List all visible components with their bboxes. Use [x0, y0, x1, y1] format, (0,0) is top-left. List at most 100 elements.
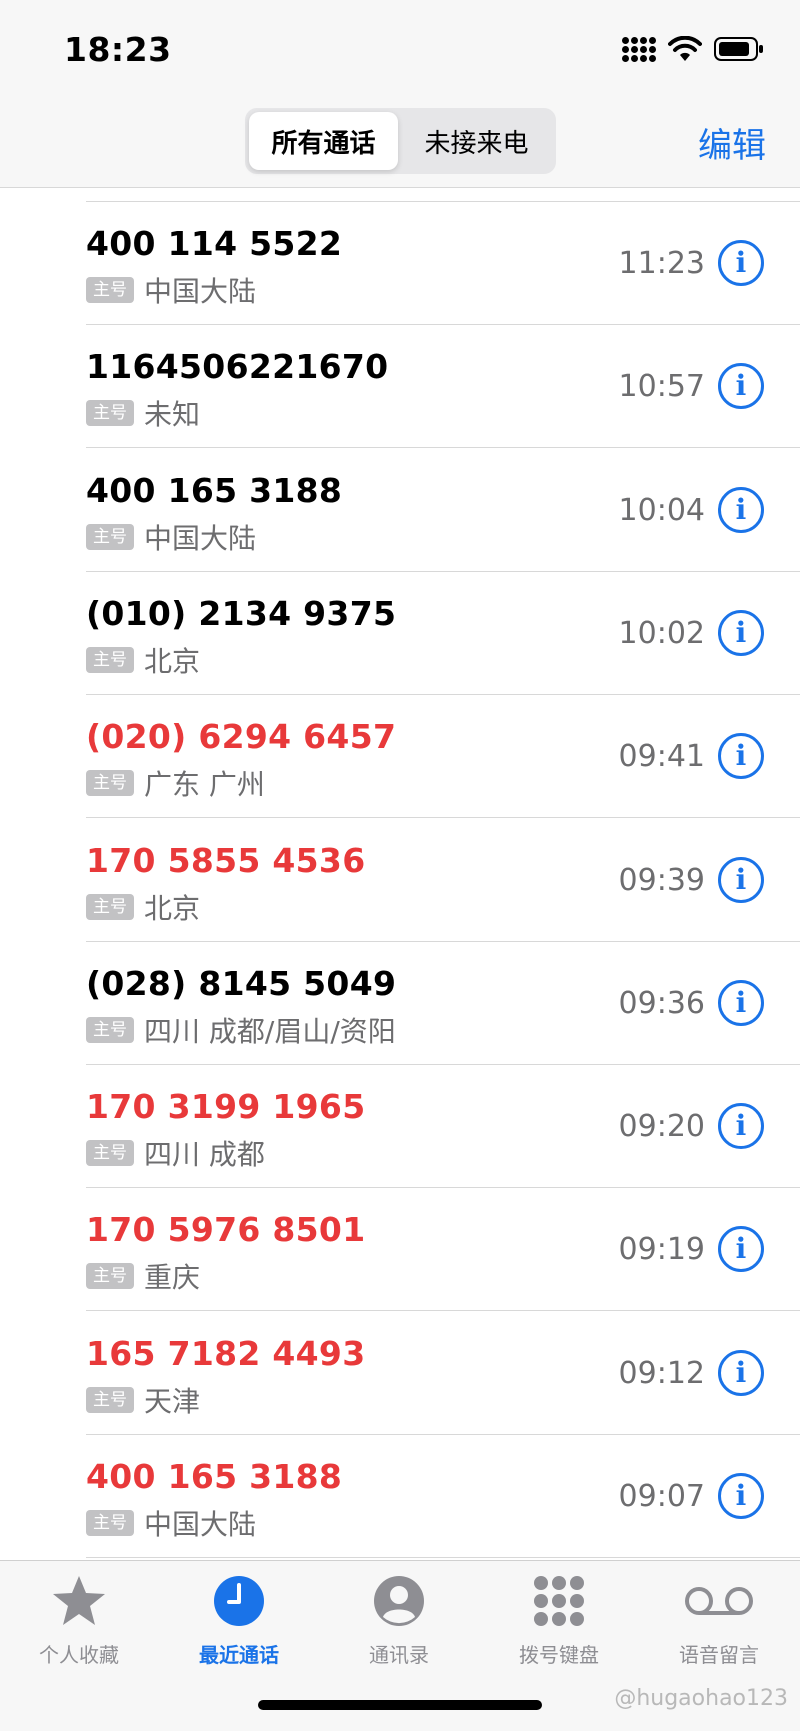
call-row[interactable]: 170 5976 8501 主号 重庆 09:19 i [0, 1188, 800, 1312]
tab-label: 个人收藏 [39, 1643, 119, 1667]
call-meta: 主号 未知 [86, 393, 200, 433]
call-time: 09:12 [618, 1355, 705, 1391]
number-type-badge: 主号 [86, 277, 134, 303]
phone-number: 165 7182 4493 [86, 1333, 366, 1373]
phone-number: (020) 6294 6457 [86, 717, 397, 757]
call-meta: 主号 四川 成都/眉山/资阳 [86, 1010, 396, 1050]
info-glyph: i [735, 615, 747, 649]
caller-location: 中国大陆 [144, 521, 257, 555]
home-indicator[interactable] [258, 1700, 542, 1710]
clock-icon [213, 1571, 265, 1631]
tab-recents[interactable]: 最近通话 [179, 1571, 299, 1681]
row-divider [86, 1557, 800, 1558]
call-meta: 主号 北京 [86, 640, 200, 680]
call-time: 10:57 [618, 369, 705, 405]
number-type-badge: 主号 [86, 1263, 134, 1290]
info-glyph: i [735, 1109, 747, 1143]
phone-number: (028) 8145 5049 [86, 963, 397, 1003]
number-type-badge: 主号 [86, 1016, 134, 1043]
phone-number: 1164506221670 [86, 347, 389, 387]
info-icon[interactable]: i [718, 1473, 764, 1519]
phone-number: 170 3199 1965 [86, 1087, 366, 1127]
info-icon[interactable]: i [718, 609, 764, 656]
tab-voicemail[interactable]: 语音留言 [659, 1571, 779, 1681]
caller-location: 北京 [144, 891, 201, 925]
call-row[interactable]: 170 5855 4536 主号 北京 09:39 i [0, 819, 800, 942]
tab-all-calls[interactable]: 所有通话 [249, 112, 398, 170]
info-icon[interactable]: i [718, 1226, 764, 1273]
caller-location: 天津 [144, 1384, 201, 1418]
call-meta: 主号 中国大陆 [86, 270, 256, 310]
info-icon[interactable]: i [718, 856, 764, 903]
top-bar: 18:23 所有通话 未接来电 编辑 [0, 0, 800, 188]
edit-button[interactable]: 编辑 [698, 118, 766, 167]
call-row[interactable]: 170 3199 1965 主号 四川 成都 09:20 i [0, 1065, 800, 1189]
caller-location: 四川 成都/眉山/资阳 [144, 1014, 396, 1048]
tab-favorites[interactable]: 个人收藏 [19, 1571, 139, 1681]
phone-number: 400 165 3188 [86, 470, 343, 510]
contact-icon [373, 1571, 425, 1631]
call-row[interactable]: (020) 6294 6457 主号 广东 广州 09:41 i [0, 695, 800, 819]
number-type-badge: 主号 [86, 400, 134, 427]
call-time: 09:19 [618, 1232, 705, 1268]
info-icon[interactable]: i [718, 363, 764, 410]
call-row[interactable]: 400 165 3188 主号 中国大陆 10:04 i [0, 449, 800, 572]
info-glyph: i [735, 1355, 747, 1389]
call-meta: 主号 广东 广州 [86, 763, 265, 803]
caller-location: 四川 成都 [144, 1138, 265, 1172]
info-glyph: i [735, 1232, 747, 1266]
call-time: 09:20 [618, 1109, 705, 1145]
phone-number: 400 165 3188 [86, 1457, 343, 1496]
voicemail-icon [683, 1571, 755, 1631]
number-type-badge: 主号 [86, 646, 134, 673]
info-glyph: i [735, 369, 747, 403]
star-icon [51, 1571, 107, 1631]
info-glyph: i [735, 739, 747, 773]
info-icon[interactable]: i [718, 240, 764, 286]
watermark: @hugaohao123 [614, 1686, 788, 1711]
call-row[interactable]: 400 114 5522 主号 中国大陆 11:23 i [0, 202, 800, 325]
number-type-badge: 主号 [86, 1510, 134, 1536]
tab-keypad[interactable]: 拨号键盘 [499, 1571, 619, 1681]
tab-contacts[interactable]: 通讯录 [339, 1571, 459, 1681]
info-icon[interactable]: i [718, 486, 764, 533]
info-icon[interactable]: i [718, 733, 764, 780]
call-meta: 主号 中国大陆 [86, 1503, 256, 1543]
phone-number: 400 114 5522 [86, 224, 343, 263]
call-time: 09:36 [618, 985, 705, 1021]
info-glyph: i [735, 1479, 747, 1512]
call-filter-segmented-control: 所有通话 未接来电 [245, 108, 556, 174]
tab-missed-calls[interactable]: 未接来电 [401, 112, 552, 170]
call-meta: 主号 重庆 [86, 1256, 200, 1296]
phone-number: 170 5855 4536 [86, 840, 366, 880]
call-row[interactable]: (010) 2134 9375 主号 北京 10:02 i [0, 572, 800, 695]
cellular-signal-icon [622, 36, 656, 62]
call-meta: 主号 四川 成都 [86, 1133, 265, 1173]
call-time: 10:02 [618, 615, 705, 651]
wifi-icon [668, 36, 702, 62]
keypad-icon [534, 1571, 584, 1631]
call-row[interactable]: 1164506221670 主号 未知 10:57 i [0, 325, 800, 449]
call-row[interactable]: 400 165 3188 主号 中国大陆 09:07 i [0, 1435, 800, 1558]
call-time: 09:41 [618, 739, 705, 775]
status-time: 18:23 [64, 30, 172, 69]
info-glyph: i [735, 246, 747, 279]
number-type-badge: 主号 [86, 893, 134, 920]
caller-location: 未知 [144, 398, 201, 432]
info-icon[interactable]: i [718, 1103, 764, 1150]
phone-number: 170 5976 8501 [86, 1210, 366, 1250]
phone-number: (010) 2134 9375 [86, 593, 397, 633]
call-time: 10:04 [618, 492, 705, 528]
call-meta: 主号 中国大陆 [86, 517, 256, 557]
caller-location: 中国大陆 [144, 1508, 257, 1541]
status-icons [622, 34, 764, 64]
info-glyph: i [735, 492, 747, 526]
tab-label: 通讯录 [369, 1643, 429, 1667]
caller-location: 北京 [144, 644, 201, 678]
info-icon[interactable]: i [718, 979, 764, 1026]
call-row[interactable]: 165 7182 4493 主号 天津 09:12 i [0, 1312, 800, 1435]
call-row[interactable]: (028) 8145 5049 主号 四川 成都/眉山/资阳 09:36 i [0, 942, 800, 1065]
caller-location: 重庆 [144, 1261, 201, 1295]
info-glyph: i [735, 985, 747, 1019]
info-icon[interactable]: i [718, 1349, 764, 1396]
